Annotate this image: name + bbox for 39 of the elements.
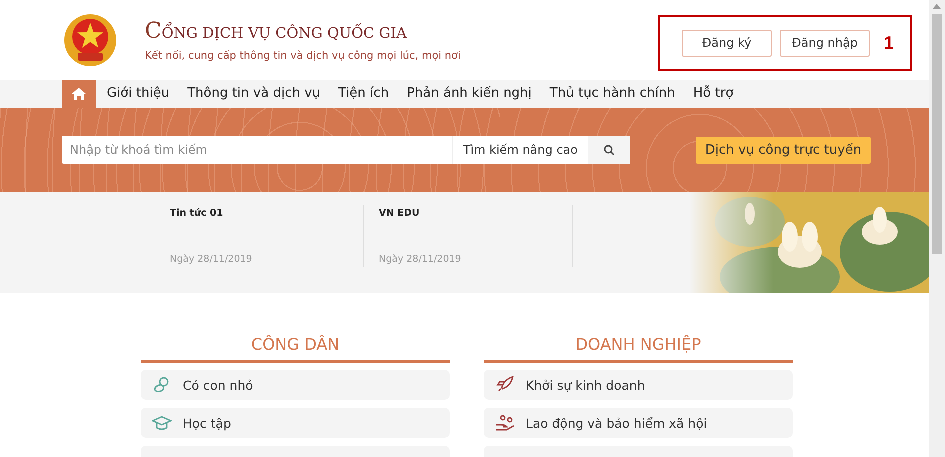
news-title[interactable]: VN EDU <box>379 208 420 219</box>
section-heading: DOANH NGHIỆP <box>484 335 793 363</box>
site-tagline: Kết nối, cung cấp thông tin và dịch vụ công mọi lúc, mọi nơi <box>145 50 461 62</box>
service-label: Lao động và bảo hiểm xã hội <box>526 416 708 430</box>
nav-item[interactable]: Hỗ trợ <box>684 80 743 108</box>
service-label: Có con nhỏ <box>183 378 254 392</box>
nav-item[interactable]: Phản ánh kiến nghị <box>398 80 541 108</box>
service-item[interactable]: Khởi sự kinh doanh <box>484 370 793 400</box>
news-date: Ngày 28/11/2019 <box>170 254 252 265</box>
nav-item[interactable]: Thông tin và dịch vụ <box>178 80 330 108</box>
scrollbar-thumb[interactable] <box>932 14 942 254</box>
advanced-search-link[interactable]: Tìm kiếm nâng cao <box>452 136 588 164</box>
service-item[interactable]: Có con nhỏ <box>141 370 450 400</box>
hand-people-icon <box>495 414 515 432</box>
service-label: Khởi sự kinh doanh <box>526 378 646 392</box>
service-label: Học tập <box>183 416 232 430</box>
annotation-number: 1 <box>884 32 894 54</box>
online-services-button[interactable]: Dịch vụ công trực tuyến <box>696 136 871 164</box>
section-heading: CÔNG DÂN <box>141 335 450 363</box>
scroll-up-icon[interactable] <box>933 3 941 9</box>
home-tab[interactable] <box>62 80 96 108</box>
site-title: CỔNG DỊCH VỤ CÔNG QUỐC GIA <box>145 18 408 44</box>
scrollbar[interactable] <box>929 0 945 457</box>
search-icon <box>604 144 614 156</box>
graduation-cap-icon <box>152 414 172 432</box>
news-title[interactable]: Tin tức 01 <box>170 208 224 219</box>
service-item[interactable]: Học tập <box>141 408 450 438</box>
login-button[interactable]: Đăng nhập <box>780 30 870 56</box>
nav-item[interactable]: Thủ tục hành chính <box>540 80 684 108</box>
emblem-icon <box>63 12 118 68</box>
nav-item[interactable]: Giới thiệu <box>98 80 179 108</box>
register-button[interactable]: Đăng ký <box>682 30 772 56</box>
search-button[interactable] <box>588 136 630 164</box>
rocket-icon <box>495 376 515 394</box>
nav-item[interactable]: Tiện ích <box>330 80 398 108</box>
home-icon <box>71 87 87 101</box>
news-date: Ngày 28/11/2019 <box>379 254 462 265</box>
search-field[interactable]: Nhập từ khoá tìm kiếm <box>62 136 452 164</box>
service-item[interactable]: Lao động và bảo hiểm xã hội <box>484 408 793 438</box>
